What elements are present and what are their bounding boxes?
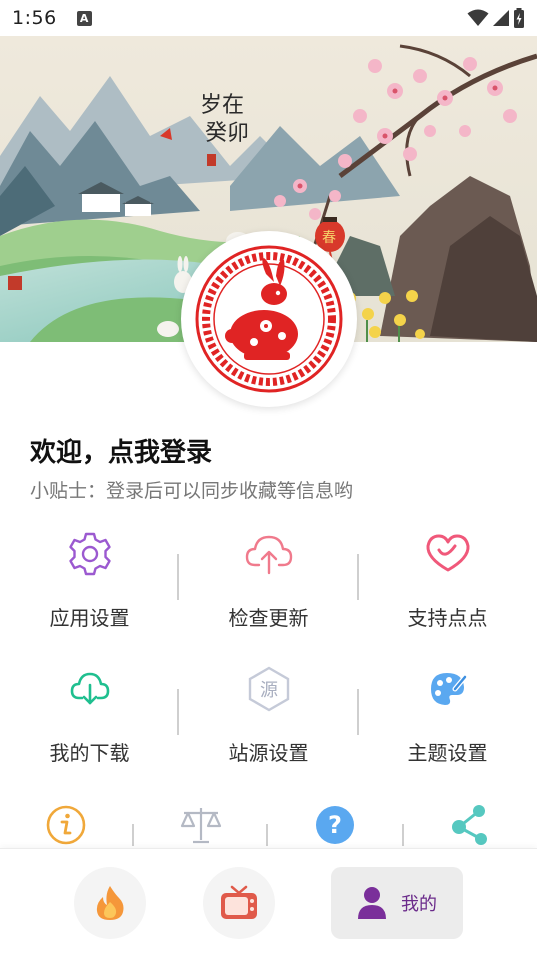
my-downloads-item[interactable]: 我的下载 (0, 665, 179, 775)
heart-icon (424, 530, 472, 578)
svg-text:?: ? (328, 811, 342, 839)
battery-icon (514, 8, 524, 28)
banner-calligraphy: 岁在 (200, 93, 244, 118)
palette-icon (424, 665, 472, 713)
theme-settings-label: 主题设置 (407, 741, 488, 765)
support-label: 支持点点 (407, 606, 488, 630)
app-settings-item[interactable]: 应用设置 (0, 530, 179, 640)
cloud-upload-icon (245, 530, 293, 578)
wifi-icon (467, 9, 489, 26)
source-icon-glyph: 源 (260, 680, 278, 701)
login-tip: 小贴士：登录后可以同步收藏等信息哟 (30, 480, 354, 502)
app-settings-label: 应用设置 (49, 606, 130, 630)
source-settings-label: 站源设置 (228, 741, 309, 765)
scales-icon[interactable] (176, 800, 226, 850)
menu-row-1: 应用设置 检查更新 支持点点 (0, 530, 537, 640)
help-icon[interactable]: ? (310, 800, 360, 850)
source-icon: 源 (245, 665, 293, 713)
status-bar: 1:56 A (0, 0, 537, 36)
support-item[interactable]: 支持点点 (358, 530, 537, 640)
cloud-download-icon (66, 665, 114, 713)
menu-row-3: ? (0, 800, 537, 852)
check-update-label: 检查更新 (228, 606, 309, 630)
check-update-item[interactable]: 检查更新 (179, 530, 358, 640)
avatar[interactable] (181, 231, 357, 407)
divider (132, 824, 134, 846)
theme-settings-item[interactable]: 主题设置 (358, 665, 537, 775)
fire-icon (96, 886, 124, 920)
gear-icon (66, 530, 114, 578)
nav-mine[interactable]: 我的 (331, 867, 463, 939)
rabbit-paper-cut-avatar-icon (195, 245, 343, 393)
person-icon (358, 887, 386, 919)
tv-icon (221, 885, 257, 919)
nav-hot[interactable] (74, 867, 146, 939)
nav-mine-label: 我的 (401, 894, 437, 915)
signal-icon (493, 10, 509, 26)
divider (266, 824, 268, 846)
nav-tv[interactable] (203, 867, 275, 939)
status-time: 1:56 (12, 7, 57, 29)
notification-a-icon: A (76, 10, 92, 26)
login-prompt[interactable]: 欢迎，点我登录 (30, 432, 212, 469)
info-icon[interactable] (41, 800, 91, 850)
share-icon[interactable] (446, 800, 496, 850)
my-downloads-label: 我的下载 (49, 741, 130, 765)
bottom-nav: 我的 (0, 848, 537, 956)
menu-row-2: 我的下载 源 站源设置 主题设置 (0, 665, 537, 775)
source-settings-item[interactable]: 源 站源设置 (179, 665, 358, 775)
divider (402, 824, 404, 846)
svg-text:癸卯: 癸卯 (205, 121, 249, 146)
status-icons (467, 8, 525, 28)
